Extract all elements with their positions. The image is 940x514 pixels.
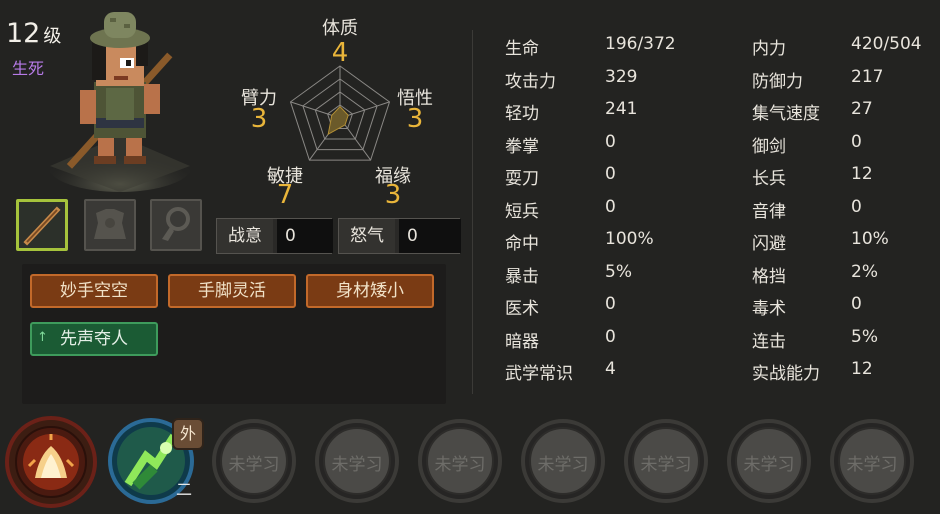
attribute-value: 100% bbox=[605, 229, 654, 249]
attribute-name: 内力 bbox=[752, 39, 786, 59]
trait-badge[interactable]: 手脚灵活 bbox=[168, 274, 296, 308]
attribute-name: 长兵 bbox=[752, 169, 786, 189]
attribute-name: 暗器 bbox=[505, 331, 539, 352]
unlearned-label: 未学习 bbox=[331, 455, 383, 475]
trait-label: 先声夺人 bbox=[60, 329, 128, 349]
skill-slot-unlearned[interactable]: 未学习 bbox=[624, 419, 708, 503]
attribute-name: 毒术 bbox=[752, 299, 786, 319]
attribute-name: 闪避 bbox=[752, 234, 786, 254]
attribute-value: 10% bbox=[851, 229, 889, 249]
attribute-value: 0 bbox=[605, 294, 616, 314]
attribute-name: 生命 bbox=[505, 39, 539, 59]
unlearned-label: 未学习 bbox=[640, 455, 692, 475]
attribute-value: 0 bbox=[605, 164, 616, 184]
skill-slot-unlearned[interactable]: 未学习 bbox=[727, 419, 811, 503]
rage-value: 0 bbox=[399, 219, 461, 253]
trait-badge[interactable]: 身材矮小 bbox=[306, 274, 434, 308]
attribute-value: 5% bbox=[851, 326, 878, 347]
attribute-value: 12 bbox=[851, 359, 873, 379]
level-number: 12 bbox=[6, 18, 41, 49]
unlearned-label: 未学习 bbox=[228, 455, 280, 475]
up-arrow-icon: ↑ bbox=[37, 330, 48, 345]
rage-label: 怒气 bbox=[339, 219, 395, 253]
attribute-name: 实战能力 bbox=[752, 364, 820, 384]
attribute-value: 4 bbox=[605, 359, 616, 379]
attribute-name: 格挡 bbox=[752, 266, 786, 287]
attribute-value: 0 bbox=[605, 326, 616, 347]
unlearned-label: 未学习 bbox=[537, 455, 589, 475]
attribute-radar: 体质 4 悟性 3 福缘 3 敏捷 7 臂力 3 bbox=[241, 18, 460, 210]
attribute-value: 0 bbox=[851, 196, 862, 217]
stat-value-constitution: 4 bbox=[331, 38, 349, 68]
attribute-name: 攻击力 bbox=[505, 71, 556, 92]
attribute-name: 短兵 bbox=[505, 201, 539, 222]
attribute-name: 御剑 bbox=[752, 136, 786, 157]
battle-spirit-label: 战意 bbox=[217, 219, 273, 253]
attribute-name: 医术 bbox=[505, 299, 539, 319]
accessory-icon bbox=[162, 207, 190, 241]
skill-slot-unlearned[interactable]: 未学习 bbox=[212, 419, 296, 503]
unlearned-label: 未学习 bbox=[846, 455, 898, 475]
rage-meter: 怒气 0 bbox=[338, 218, 461, 254]
attribute-name: 防御力 bbox=[752, 71, 803, 92]
attribute-value: 0 bbox=[851, 131, 862, 152]
staff-icon bbox=[23, 206, 61, 246]
trait-badge[interactable]: 妙手空空 bbox=[30, 274, 158, 308]
skill-slot-flame-palm[interactable] bbox=[5, 416, 97, 508]
battle-spirit-value: 0 bbox=[277, 219, 333, 253]
attribute-value: 12 bbox=[851, 164, 873, 184]
battle-spirit-meter: 战意 0 bbox=[216, 218, 333, 254]
traits-panel: 妙手空空 手脚灵活 身材矮小 ↑ 先声夺人 bbox=[22, 264, 446, 404]
attribute-name: 轻功 bbox=[505, 104, 539, 124]
attribute-name: 耍刀 bbox=[505, 169, 539, 189]
equip-slot-armor[interactable] bbox=[84, 199, 136, 251]
attribute-name: 音律 bbox=[752, 201, 786, 222]
stat-value-fortune: 3 bbox=[384, 180, 402, 210]
skill-slot-unlearned[interactable]: 未学习 bbox=[521, 419, 605, 503]
attribute-name: 连击 bbox=[752, 331, 786, 352]
skill-slot-unlearned[interactable]: 未学习 bbox=[830, 419, 914, 503]
attribute-value: 27 bbox=[851, 99, 873, 119]
attribute-value: 5% bbox=[605, 261, 632, 282]
skill-slot-unlearned[interactable]: 未学习 bbox=[418, 419, 502, 503]
attribute-name: 暴击 bbox=[505, 266, 539, 287]
equip-slot-weapon[interactable] bbox=[16, 199, 68, 251]
attribute-value: 196/372 bbox=[605, 34, 676, 54]
attribute-value: 0 bbox=[605, 196, 616, 217]
unlearned-label: 未学习 bbox=[434, 455, 486, 475]
attribute-name: 集气速度 bbox=[752, 104, 820, 124]
character-portrait bbox=[48, 12, 192, 192]
attribute-value: 0 bbox=[605, 131, 616, 152]
attribute-name: 拳掌 bbox=[505, 136, 539, 157]
attribute-value: 0 bbox=[851, 294, 862, 314]
attribute-value: 420/504 bbox=[851, 34, 922, 54]
attribute-value: 217 bbox=[851, 66, 884, 87]
attribute-value: 329 bbox=[605, 66, 638, 87]
radar-value-shape bbox=[327, 105, 349, 136]
stat-name-constitution: 体质 bbox=[322, 18, 358, 39]
attribute-name: 命中 bbox=[505, 234, 539, 254]
external-skill-badge: 外 bbox=[172, 418, 204, 450]
skill-level-mark: 二 bbox=[176, 480, 193, 499]
equip-slot-accessory[interactable] bbox=[150, 199, 202, 251]
unlearned-label: 未学习 bbox=[743, 455, 795, 475]
stat-value-agility: 7 bbox=[276, 180, 294, 210]
attribute-name: 武学常识 bbox=[505, 364, 573, 384]
armor-icon bbox=[94, 209, 126, 239]
attribute-value: 2% bbox=[851, 261, 878, 282]
skill-slot-unlearned[interactable]: 未学习 bbox=[315, 419, 399, 503]
stat-value-strength: 3 bbox=[250, 104, 268, 134]
panel-divider bbox=[472, 30, 473, 394]
trait-badge[interactable]: ↑ 先声夺人 bbox=[30, 322, 158, 356]
attribute-value: 241 bbox=[605, 99, 638, 119]
stat-value-insight: 3 bbox=[406, 104, 424, 134]
flame-palm-icon bbox=[15, 426, 87, 498]
